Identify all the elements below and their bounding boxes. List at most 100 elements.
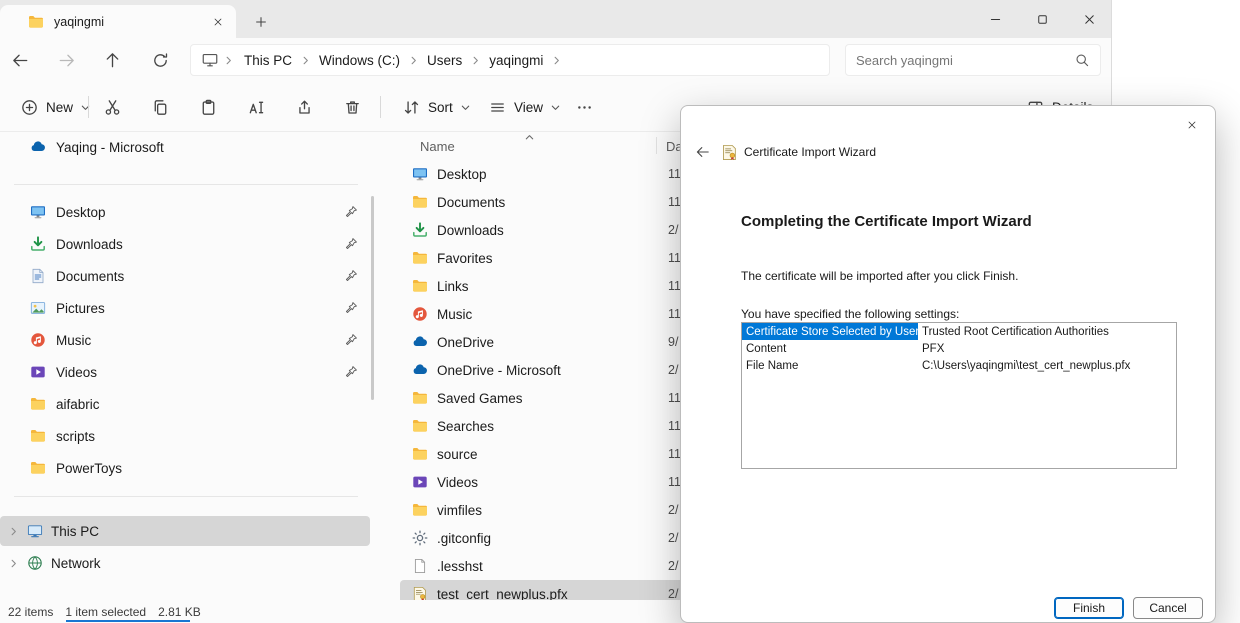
sidebar-item-label: Desktop: [56, 205, 106, 220]
wizard-body-line-1: The certificate will be imported after y…: [741, 269, 1018, 283]
view-button[interactable]: View: [478, 89, 571, 125]
close-icon: [212, 16, 224, 28]
copy-button[interactable]: [142, 89, 178, 125]
sidebar-item-desktop[interactable]: Desktop: [0, 196, 370, 228]
sidebar-item-powertoys[interactable]: PowerToys: [0, 452, 370, 484]
close-icon: [1186, 119, 1198, 131]
explorer-tab[interactable]: yaqingmi: [0, 5, 236, 38]
sidebar-item-label: PowerToys: [56, 461, 122, 476]
items-count: 22 items: [8, 605, 53, 619]
sidebar-item-this-pc[interactable]: This PC: [0, 516, 370, 546]
breadcrumb-item-this-pc[interactable]: This PC: [238, 51, 298, 70]
file-name: .lesshst: [437, 559, 483, 574]
paste-icon: [199, 98, 218, 117]
desktop-screen: yaqingmi This PC Windows (C:) Users yaqingm…: [0, 0, 1240, 623]
chevron-right-icon: [8, 558, 19, 569]
sidebar-item-network[interactable]: Network: [0, 548, 370, 578]
sidebar-item-label: Videos: [56, 365, 97, 380]
sidebar-item-pictures[interactable]: Pictures: [0, 292, 370, 324]
rename-button[interactable]: [238, 89, 274, 125]
more-icon: [575, 98, 594, 117]
sidebar-item-downloads[interactable]: Downloads: [0, 228, 370, 260]
new-button-label: New: [46, 100, 73, 115]
sidebar-item-label: Pictures: [56, 301, 105, 316]
back-icon: [695, 144, 711, 160]
cut-button[interactable]: [94, 89, 130, 125]
downloads-icon: [412, 222, 428, 238]
folder-icon: [412, 446, 428, 462]
setting-row-certificate-store-selected-by-user[interactable]: Certificate Store Selected by UserTruste…: [742, 323, 1176, 340]
sidebar-item-videos[interactable]: Videos: [0, 356, 370, 388]
file-name: Music: [437, 307, 472, 322]
pc-icon: [27, 523, 43, 539]
sidebar-scrollbar[interactable]: [371, 196, 374, 400]
sidebar-item-scripts[interactable]: scripts: [0, 420, 370, 452]
chevron-right-icon: [223, 55, 234, 66]
cloud-icon: [30, 139, 46, 155]
file-name: Searches: [437, 419, 494, 434]
sidebar: Yaqing - Microsoft Desktop DownloadsDocum…: [0, 132, 376, 600]
setting-row-file-name[interactable]: File NameC:\Users\yaqingmi\test_cert_new…: [742, 357, 1176, 374]
share-button[interactable]: [286, 89, 322, 125]
setting-row-content[interactable]: ContentPFX: [742, 340, 1176, 357]
rename-icon: [247, 98, 266, 117]
column-divider[interactable]: [656, 137, 657, 154]
refresh-button[interactable]: [142, 42, 178, 78]
chevron-down-icon: [550, 102, 561, 113]
back-button[interactable]: [2, 42, 38, 78]
cancel-button[interactable]: Cancel: [1133, 597, 1203, 619]
videos-icon: [30, 364, 46, 380]
monitor-icon: [201, 51, 219, 69]
minimize-button[interactable]: [972, 0, 1018, 38]
toolbar-divider: [380, 96, 381, 118]
column-header-name[interactable]: Name: [420, 139, 455, 154]
search-input[interactable]: [856, 53, 1066, 68]
tab-close-button[interactable]: [208, 12, 228, 32]
sidebar-item-label: scripts: [56, 429, 95, 444]
chevron-right-icon: [300, 55, 311, 66]
close-button[interactable]: [1066, 0, 1112, 38]
folder-icon: [412, 194, 428, 210]
delete-button[interactable]: [334, 89, 370, 125]
forward-button[interactable]: [48, 42, 84, 78]
navigation-bar: This PC Windows (C:) Users yaqingmi: [0, 38, 1111, 82]
sidebar-item-onedrive[interactable]: Yaqing - Microsoft: [0, 132, 370, 162]
pin-icon: [344, 269, 358, 283]
desktop-icon: [30, 204, 46, 220]
plus-icon: [253, 14, 269, 30]
breadcrumb-item-yaqingmi[interactable]: yaqingmi: [483, 51, 549, 70]
maximize-button[interactable]: [1019, 0, 1065, 38]
breadcrumb: This PC Windows (C:) Users yaqingmi: [190, 44, 830, 76]
file-icon: [412, 558, 428, 574]
pin-icon: [344, 333, 358, 347]
selection-underline: [66, 620, 190, 622]
sidebar-item-documents[interactable]: Documents: [0, 260, 370, 292]
certificate-icon: [721, 144, 738, 161]
sidebar-item-aifabric[interactable]: aifabric: [0, 388, 370, 420]
back-icon: [11, 51, 30, 70]
sidebar-item-label: Music: [56, 333, 91, 348]
dialog-close-button[interactable]: [1177, 112, 1207, 138]
file-name: source: [437, 447, 478, 462]
toolbar-divider: [88, 96, 89, 118]
copy-icon: [151, 98, 170, 117]
file-name: Desktop: [437, 167, 487, 182]
more-button[interactable]: [566, 89, 602, 125]
new-tab-button[interactable]: [248, 9, 274, 35]
pictures-icon: [30, 300, 46, 316]
breadcrumb-item-users[interactable]: Users: [421, 51, 468, 70]
sort-ascending-icon: [524, 132, 535, 143]
paste-button[interactable]: [190, 89, 226, 125]
breadcrumb-item-windows-c[interactable]: Windows (C:): [313, 51, 406, 70]
view-button-label: View: [514, 100, 543, 115]
up-button[interactable]: [94, 42, 130, 78]
sidebar-item-label: Network: [51, 556, 101, 571]
wizard-back-button[interactable]: [691, 140, 715, 164]
finish-button[interactable]: Finish: [1054, 597, 1124, 619]
file-date-modified: 2/: [668, 559, 678, 573]
sort-button[interactable]: Sort: [392, 89, 481, 125]
sidebar-item-music[interactable]: Music: [0, 324, 370, 356]
sidebar-item-label: Yaqing - Microsoft: [56, 140, 164, 155]
cloud-icon: [412, 362, 428, 378]
minimize-icon: [988, 12, 1003, 27]
